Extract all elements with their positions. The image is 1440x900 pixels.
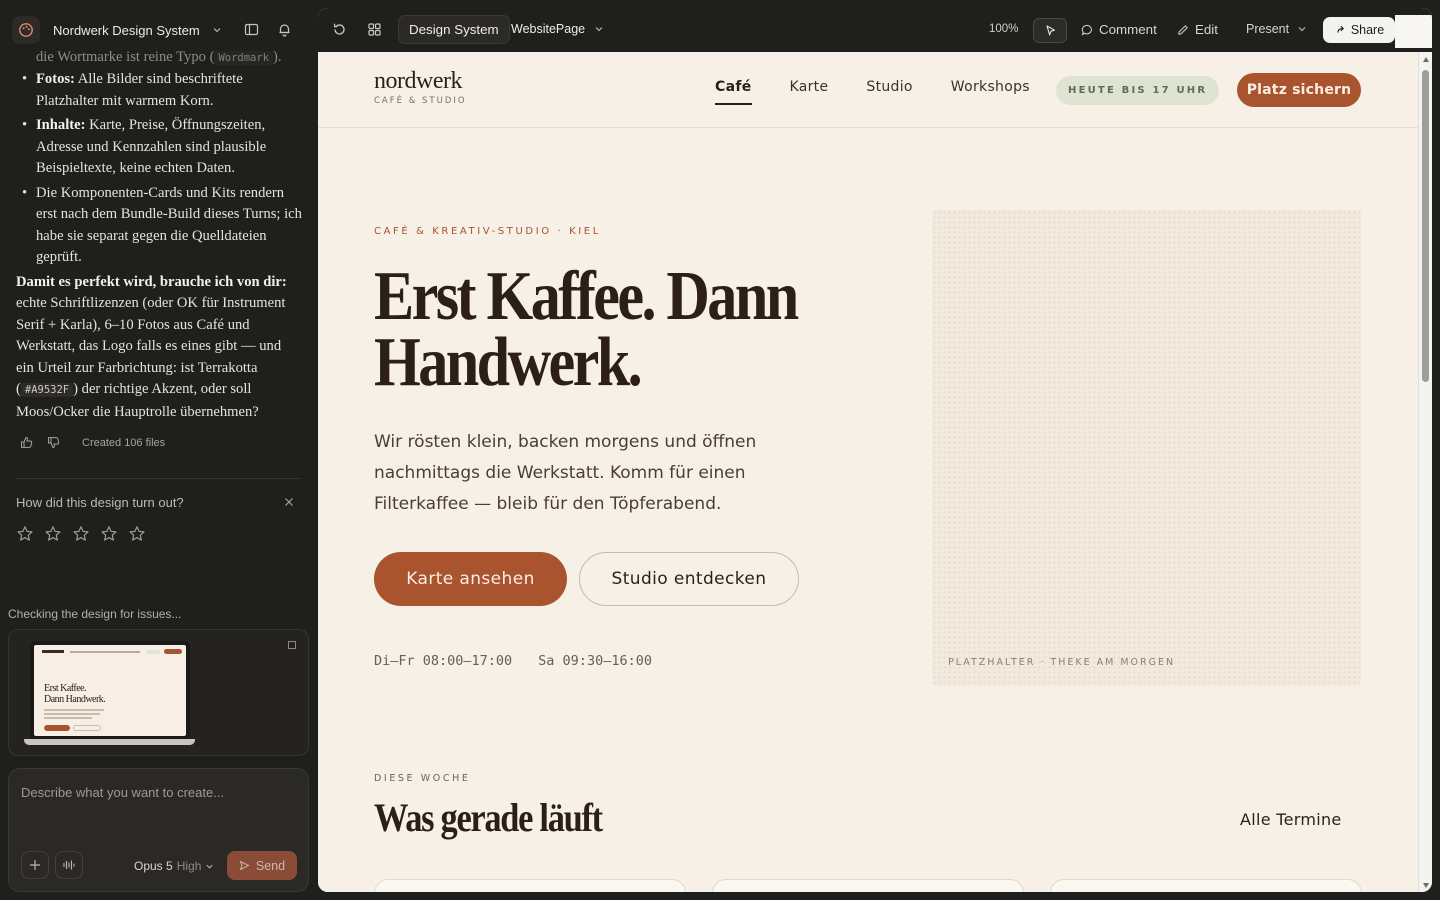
discover-studio-button[interactable]: Studio entdecken	[579, 552, 799, 606]
message-actions: Created 106 files	[20, 436, 165, 449]
waveform-icon	[63, 860, 75, 870]
plus-icon	[30, 860, 40, 870]
scroll-down-icon[interactable]	[1422, 882, 1430, 889]
rating-prompt: How did this design turn out?	[16, 495, 184, 510]
refresh-icon[interactable]	[332, 22, 347, 37]
canvas-scrollbar[interactable]	[1418, 52, 1432, 892]
message-closing: Damit es perfekt wird, brauche ich von d…	[16, 273, 287, 420]
assistant-message: die Wortmarke ist reine Typo (Wordmark).…	[16, 47, 302, 423]
chevron-down-icon[interactable]	[212, 25, 222, 35]
panel-toggle-icon[interactable]	[244, 22, 259, 37]
design-canvas: Design System WebsitePage 100% Comment E…	[318, 8, 1432, 892]
star-icon[interactable]	[44, 525, 62, 543]
event-card[interactable]	[374, 879, 686, 892]
view-menu-button[interactable]: Karte ansehen	[374, 552, 567, 606]
bell-icon[interactable]	[277, 22, 292, 37]
checking-status: Checking the design for issues...	[8, 607, 182, 621]
composer: Describe what you want to create... Opus…	[8, 768, 309, 892]
share-button[interactable]: Share	[1323, 17, 1395, 43]
photo-placeholder: PLATZHALTER · THEKE AM MORGEN	[932, 210, 1361, 686]
add-attachment-button[interactable]	[21, 851, 49, 879]
nav-link-studio[interactable]: Studio	[866, 79, 912, 105]
model-selector[interactable]: Opus 5 High	[134, 859, 214, 873]
project-header: Nordwerk Design System	[12, 15, 308, 45]
section-title: Was gerade läuft	[374, 795, 603, 840]
comment-button[interactable]: Comment	[1081, 22, 1157, 37]
page-selector[interactable]: WebsitePage	[511, 22, 604, 36]
design-preview-card[interactable]: Erst Kaffee. Dann Handwerk.	[8, 629, 309, 756]
edit-button[interactable]: Edit	[1177, 22, 1218, 37]
message-bullets: Fotos: Alle Bilder sind beschriftete Pla…	[16, 69, 302, 269]
canvas-toolbar: Design System WebsitePage 100% Comment E…	[318, 8, 1432, 52]
toolbar-overlay	[1395, 15, 1432, 48]
list-item: Inhalte: Karte, Preise, Öffnungszeiten, …	[16, 115, 302, 180]
site-logo[interactable]: nordwerk CAFÉ & STUDIO	[374, 68, 467, 106]
pointer-icon	[1045, 25, 1055, 36]
present-button[interactable]: Present	[1246, 22, 1307, 36]
chevron-down-icon	[595, 27, 603, 32]
opening-hours: Di–Fr 08:00–17:00 Sa 09:30–16:00	[374, 653, 652, 669]
zoom-level[interactable]: 100%	[989, 23, 1018, 35]
send-button[interactable]: Send	[227, 851, 297, 880]
project-title[interactable]: Nordwerk Design System	[53, 23, 200, 38]
site-header: nordwerk CAFÉ & STUDIO Café Karte Studio…	[318, 52, 1418, 128]
rating-stars	[16, 525, 146, 543]
site-nav: Café Karte Studio Workshops	[715, 79, 1068, 105]
select-tool-button[interactable]	[1033, 18, 1067, 43]
hero-title: Erst Kaffee. Dann Handwerk.	[374, 258, 799, 401]
voice-button[interactable]	[55, 851, 83, 879]
star-icon[interactable]	[100, 525, 118, 543]
nav-link-workshops[interactable]: Workshops	[951, 79, 1030, 105]
event-card[interactable]	[1050, 879, 1362, 892]
laptop-preview: Erst Kaffee. Dann Handwerk.	[30, 641, 190, 740]
list-item: Die Komponenten-Cards und Kits rendern e…	[16, 183, 302, 269]
scroll-up-icon[interactable]	[1422, 56, 1430, 63]
chat-sidebar: Nordwerk Design System die Wortmarke ist…	[0, 0, 318, 900]
reserve-button[interactable]: Platz sichern	[1237, 73, 1361, 107]
close-icon[interactable]	[282, 495, 296, 509]
created-files-status: Created 106 files	[82, 436, 166, 449]
divider	[16, 478, 301, 479]
expand-icon[interactable]	[288, 641, 296, 649]
scroll-thumb[interactable]	[1422, 70, 1429, 382]
placeholder-label: PLATZHALTER · THEKE AM MORGEN	[948, 657, 1176, 668]
hero-lead: Wir rösten klein, backen morgens und öff…	[374, 432, 757, 514]
thumbs-down-icon[interactable]	[47, 436, 60, 449]
all-events-link[interactable]: Alle Termine	[1240, 810, 1342, 829]
star-icon[interactable]	[128, 525, 146, 543]
chevron-down-icon	[206, 864, 214, 869]
website-page: nordwerk CAFÉ & STUDIO Café Karte Studio…	[318, 52, 1418, 892]
nav-link-karte[interactable]: Karte	[790, 79, 829, 105]
message-cut-line: die Wortmarke ist reine Typo (Wordmark).	[36, 49, 282, 65]
mini-hero-title: Erst Kaffee. Dann Handwerk.	[44, 683, 106, 705]
nav-link-cafe[interactable]: Café	[715, 79, 752, 105]
prompt-input[interactable]: Describe what you want to create...	[21, 785, 291, 800]
send-icon	[239, 860, 250, 871]
star-icon[interactable]	[16, 525, 34, 543]
opening-hours-badge: HEUTE BIS 17 UHR	[1056, 76, 1220, 105]
pencil-icon	[1178, 24, 1188, 35]
tab-design-system[interactable]: Design System	[398, 15, 510, 44]
event-card[interactable]	[712, 879, 1024, 892]
components-icon[interactable]	[367, 22, 382, 37]
share-icon	[1337, 25, 1344, 33]
section-eyebrow: DIESE WOCHE	[374, 773, 471, 784]
star-icon[interactable]	[72, 525, 90, 543]
thumbs-up-icon[interactable]	[20, 436, 33, 449]
palette-icon[interactable]	[12, 16, 40, 44]
comment-icon	[1081, 24, 1092, 36]
chevron-down-icon	[1298, 27, 1306, 32]
list-item: Fotos: Alle Bilder sind beschriftete Pla…	[16, 69, 302, 112]
hero-eyebrow: CAFÉ & KREATIV-STUDIO · KIEL	[374, 226, 601, 237]
